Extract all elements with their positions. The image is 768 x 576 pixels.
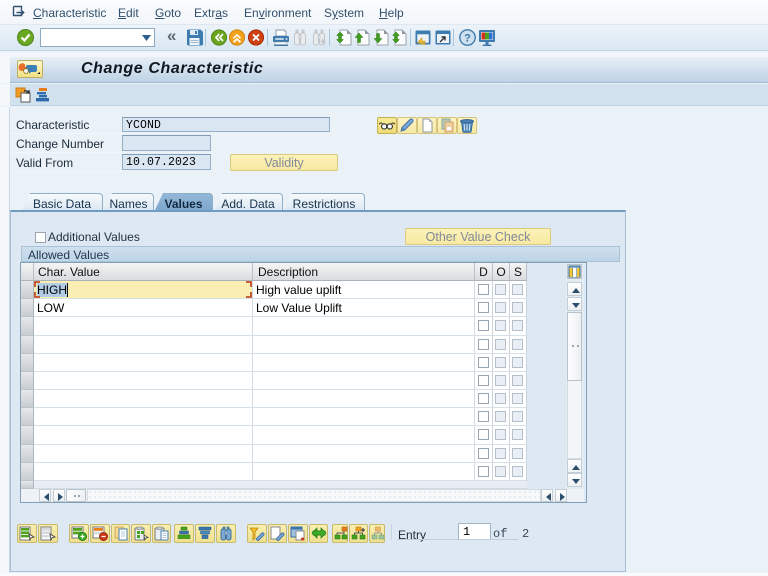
svg-text:?: ? [464,33,471,45]
